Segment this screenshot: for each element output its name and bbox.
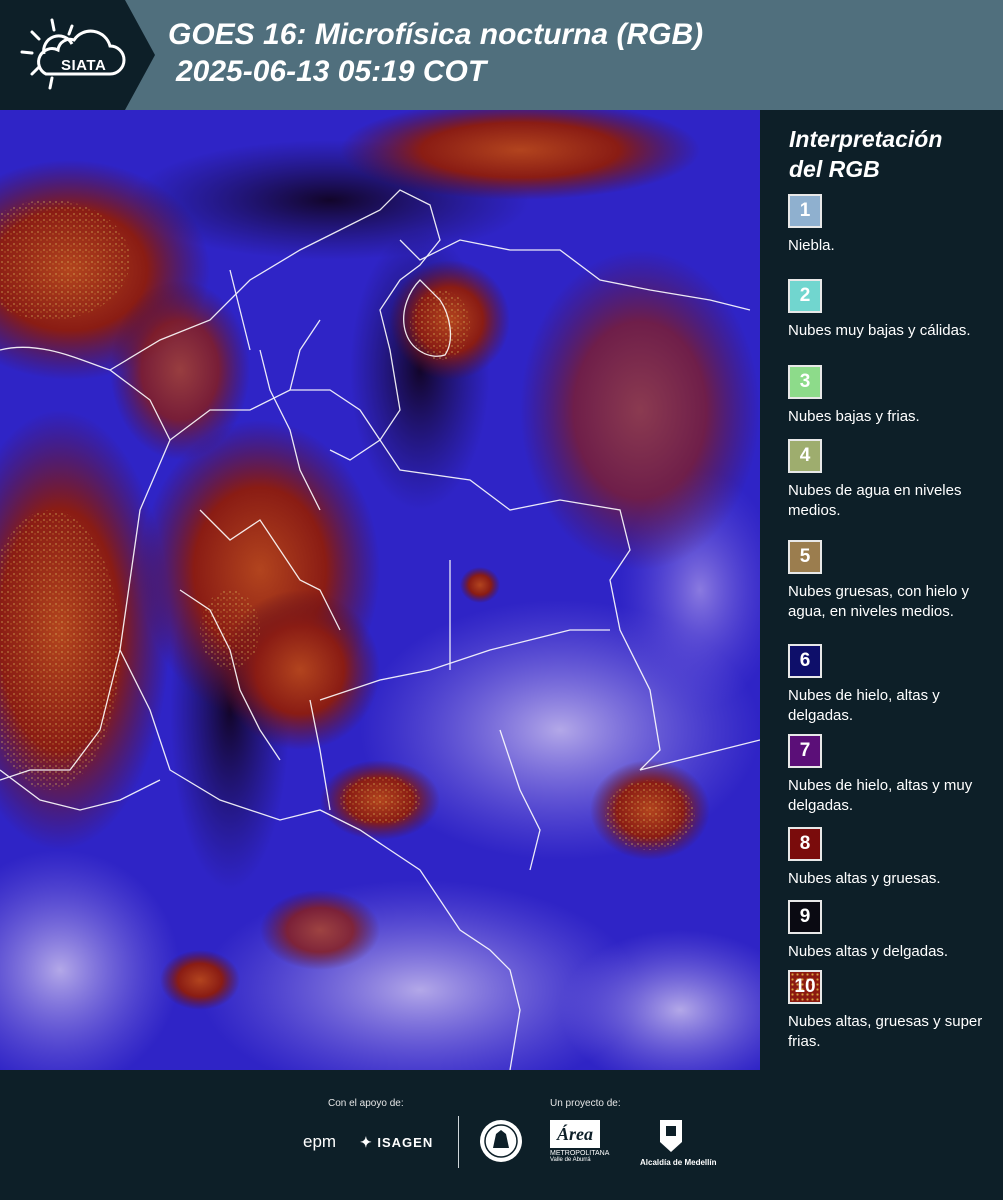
legend-desc-3: Nubes bajas y frias. bbox=[788, 408, 920, 425]
footer-divider bbox=[458, 1116, 459, 1168]
legend-desc-1: Niebla. bbox=[788, 237, 835, 254]
udea-seal[interactable] bbox=[478, 1118, 524, 1164]
legend-title: Interpretación del RGB bbox=[789, 124, 942, 184]
legend-swatch-2: 2 bbox=[788, 279, 822, 313]
legend-item-1: 1 Niebla. bbox=[788, 194, 998, 256]
epm-logo[interactable]: epm bbox=[303, 1132, 336, 1152]
satellite-map[interactable] bbox=[0, 110, 760, 1070]
isagen-logo[interactable]: ✦ ISAGEN bbox=[360, 1134, 433, 1151]
legend-swatch-3: 3 bbox=[788, 365, 822, 399]
isagen-star-icon: ✦ bbox=[360, 1134, 373, 1150]
legend-swatch-5: 5 bbox=[788, 540, 822, 574]
legend-item-6: 6 Nubes de hielo, altas y delgadas. bbox=[788, 644, 998, 726]
sun-cloud-icon bbox=[20, 18, 126, 90]
epm-logo-text: epm bbox=[303, 1132, 337, 1151]
legend-swatch-10: 10 bbox=[788, 970, 822, 1004]
legend-desc-9: Nubes altas y delgadas. bbox=[788, 943, 949, 960]
area-logo-sub-2: Valle de Aburrá bbox=[550, 1157, 591, 1163]
footer: Con el apoyo de: Un proyecto de: epm ✦ I… bbox=[0, 1070, 1003, 1200]
header: SIATA GOES 16: Microfísica nocturna (RGB… bbox=[0, 0, 1003, 110]
legend-item-5: 5 Nubes gruesas, con hielo y agua, en niv… bbox=[788, 540, 998, 622]
rgb-legend: Interpretación del RGB 1 Niebla. 2 Nubes mu… bbox=[760, 110, 1003, 1070]
legend-item-8: 8 Nubes altas y gruesas. bbox=[788, 827, 998, 889]
legend-desc-4: Nubes de agua en niveles medios. bbox=[788, 482, 962, 519]
legend-swatch-4: 4 bbox=[788, 439, 822, 473]
legend-item-2: 2 Nubes muy bajas y cálidas. bbox=[788, 279, 998, 341]
legend-desc-10: Nubes altas, gruesas y super frias. bbox=[788, 1013, 983, 1050]
legend-swatch-6: 6 bbox=[788, 644, 822, 678]
legend-swatch-8: 8 bbox=[788, 827, 822, 861]
legend-desc-7: Nubes de hielo, altas y muy delgadas. bbox=[788, 777, 973, 814]
support-label: Con el apoyo de: bbox=[328, 1098, 404, 1109]
university-seal-icon bbox=[480, 1120, 522, 1162]
legend-title-line-2: del RGB bbox=[789, 156, 880, 182]
legend-item-10: 10 Nubes altas, gruesas y super frias. bbox=[788, 970, 998, 1052]
legend-title-line-1: Interpretación bbox=[789, 126, 943, 152]
legend-item-7: 7 Nubes de hielo, altas y muy delgadas. bbox=[788, 734, 998, 816]
legend-item-4: 4 Nubes de agua en niveles medios. bbox=[788, 439, 998, 521]
title-line-2: 2025-06-13 05:19 COT bbox=[176, 55, 487, 88]
rgb-satellite-image bbox=[0, 110, 760, 1070]
logo-text: SIATA bbox=[61, 57, 107, 74]
legend-desc-2: Nubes muy bajas y cálidas. bbox=[788, 322, 971, 339]
legend-item-9: 9 Nubes altas y delgadas. bbox=[788, 900, 998, 962]
area-logo-text: Área bbox=[550, 1120, 600, 1148]
legend-swatch-1: 1 bbox=[788, 194, 822, 228]
siata-logo[interactable]: SIATA bbox=[14, 12, 132, 96]
area-metropolitana-logo[interactable]: Área METROPOLITANA Valle de Aburrá bbox=[550, 1120, 610, 1168]
medellin-logo[interactable]: Alcaldía de Medellín bbox=[640, 1118, 717, 1167]
title-line-1: GOES 16: Microfísica nocturna (RGB) bbox=[168, 18, 704, 51]
medellin-shield-icon bbox=[660, 1120, 682, 1152]
legend-swatch-7: 7 bbox=[788, 734, 822, 768]
page-title: GOES 16: Microfísica nocturna (RGB) 2025… bbox=[168, 16, 703, 90]
legend-item-3: 3 Nubes bajas y frias. bbox=[788, 365, 998, 427]
medellin-logo-text: Alcaldía de Medellín bbox=[640, 1158, 717, 1167]
legend-swatch-9: 9 bbox=[788, 900, 822, 934]
legend-desc-8: Nubes altas y gruesas. bbox=[788, 870, 941, 887]
legend-desc-5: Nubes gruesas, con hielo y agua, en nive… bbox=[788, 583, 969, 620]
project-label: Un proyecto de: bbox=[550, 1098, 621, 1109]
isagen-logo-text: ISAGEN bbox=[377, 1135, 434, 1150]
legend-desc-6: Nubes de hielo, altas y delgadas. bbox=[788, 687, 940, 724]
area-logo-sub-1: METROPOLITANA bbox=[550, 1150, 610, 1157]
